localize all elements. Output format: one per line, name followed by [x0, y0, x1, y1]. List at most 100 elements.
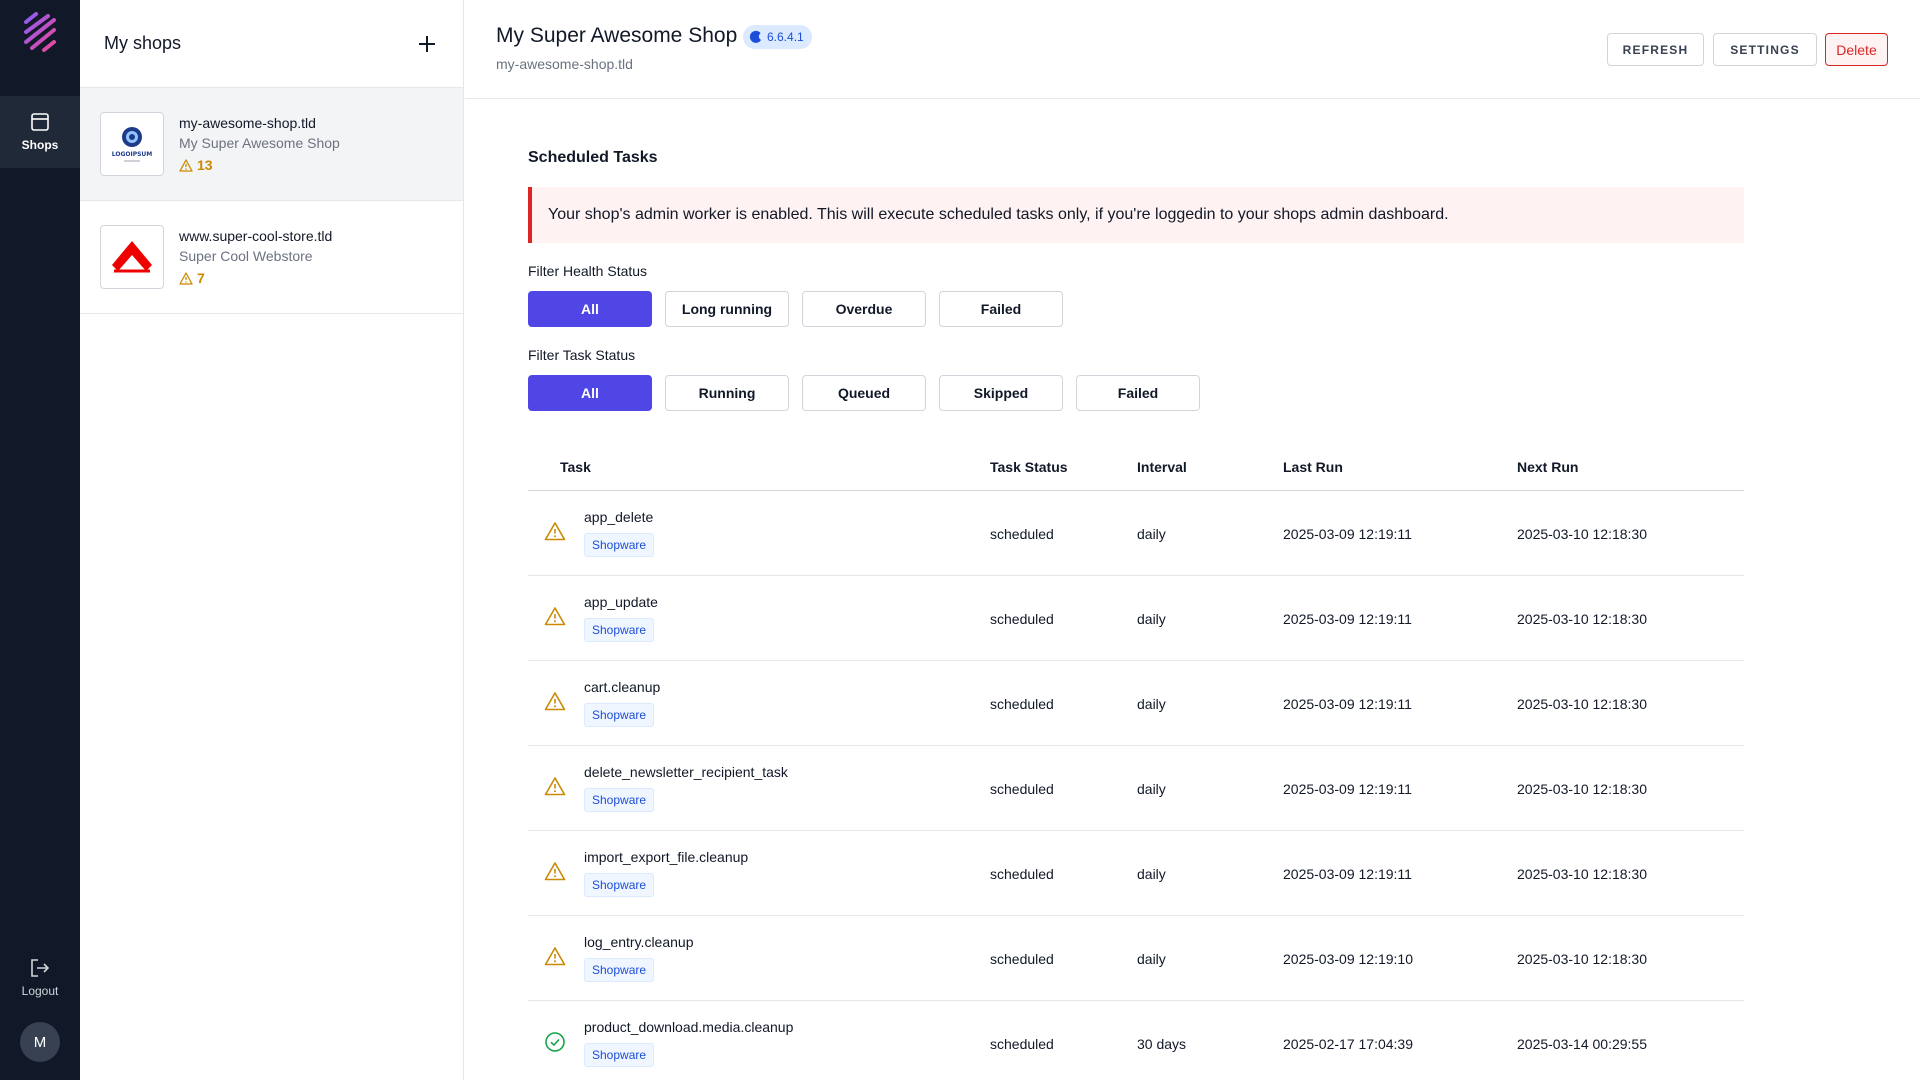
source-tag: Shopware: [584, 1043, 655, 1067]
table-body: app_delete Shopware scheduled daily 2025…: [528, 491, 1744, 1080]
source-tag: Shopware: [584, 533, 655, 557]
shops-title: My shops: [104, 33, 182, 53]
logout-label: Logout: [21, 984, 59, 998]
table-row[interactable]: app_delete Shopware scheduled daily 2025…: [528, 491, 1744, 576]
task-filter-label: Filter Task Status: [528, 347, 636, 363]
table-row[interactable]: delete_newsletter_recipient_task Shopwar…: [528, 746, 1744, 831]
table-row[interactable]: import_export_file.cleanup Shopware sche…: [528, 831, 1744, 916]
health-filter-failed[interactable]: Failed: [939, 291, 1063, 327]
shop-domain: www.super-cool-store.tld: [179, 228, 333, 244]
table-row[interactable]: log_entry.cleanup Shopware scheduled dai…: [528, 916, 1744, 1001]
task-interval: daily: [1137, 866, 1166, 882]
shop-window-icon: [31, 113, 49, 131]
task-interval: daily: [1137, 696, 1166, 712]
task-last-run: 2025-03-09 12:19:11: [1283, 696, 1412, 712]
task-status: scheduled: [990, 951, 1054, 967]
task-status: scheduled: [990, 611, 1054, 627]
warning-count: 7: [197, 270, 205, 286]
app-rail: Shops Logout M: [0, 0, 80, 1080]
task-last-run: 2025-03-09 12:19:10: [1283, 951, 1413, 967]
table-row[interactable]: product_download.media.cleanup Shopware …: [528, 1001, 1744, 1080]
source-tag: Shopware: [584, 958, 655, 982]
task-next-run: 2025-03-10 12:18:30: [1517, 526, 1647, 542]
health-filter-long-running[interactable]: Long running: [665, 291, 789, 327]
task-next-run: 2025-03-10 12:18:30: [1517, 696, 1647, 712]
header-interval[interactable]: Interval: [1137, 459, 1187, 475]
source-tag: Shopware: [584, 703, 655, 727]
task-status: scheduled: [990, 526, 1054, 542]
header-task[interactable]: Task: [560, 459, 591, 475]
table-row[interactable]: app_update Shopware scheduled daily 2025…: [528, 576, 1744, 661]
warning-count: 13: [197, 157, 213, 173]
nav-shops[interactable]: Shops: [0, 96, 80, 168]
task-name: product_download.media.cleanup: [584, 1019, 794, 1035]
shop-warning-count: 7: [179, 270, 332, 286]
task-interval: daily: [1137, 951, 1166, 967]
task-next-run: 2025-03-10 12:18:30: [1517, 781, 1647, 797]
task-last-run: 2025-03-09 12:19:11: [1283, 781, 1412, 797]
section-title: Scheduled Tasks: [528, 149, 658, 166]
header-last-run[interactable]: Last Run: [1283, 459, 1343, 475]
warning-icon: [179, 271, 193, 285]
refresh-button[interactable]: REFRESH: [1607, 33, 1704, 66]
task-name: app_update: [584, 594, 658, 610]
add-shop-icon[interactable]: [415, 32, 439, 56]
shop-domain: my-awesome-shop.tld: [179, 115, 316, 131]
task-name: import_export_file.cleanup: [584, 849, 749, 865]
lion-logo-icon: LOGOIPSUM: [112, 127, 153, 162]
task-filter-queued[interactable]: Queued: [802, 375, 926, 411]
task-name: log_entry.cleanup: [584, 934, 694, 950]
version-text: 6.6.4.1: [767, 30, 804, 44]
task-filter-failed[interactable]: Failed: [1076, 375, 1200, 411]
nav-shops-label: Shops: [21, 138, 59, 152]
health-filter-label: Filter Health Status: [528, 263, 648, 279]
header-status[interactable]: Task Status: [990, 459, 1068, 475]
shop-item[interactable]: LOGOIPSUM my-awesome-shop.tld My Super A…: [80, 88, 463, 201]
task-filter-running[interactable]: Running: [665, 375, 789, 411]
health-filter-all[interactable]: All: [528, 291, 652, 327]
task-interval: daily: [1137, 526, 1166, 542]
source-tag: Shopware: [584, 618, 655, 642]
warning-icon: [544, 521, 566, 544]
logout-icon: [31, 959, 50, 977]
warning-icon: [544, 861, 566, 884]
warning-icon: [544, 776, 566, 799]
app-logo-icon[interactable]: [22, 12, 58, 52]
shop-item[interactable]: www.super-cool-store.tld Super Cool Webs…: [80, 201, 463, 314]
task-interval: daily: [1137, 781, 1166, 797]
logo-text: LOGOIPSUM: [112, 151, 153, 158]
table-row[interactable]: cart.cleanup Shopware scheduled daily 20…: [528, 661, 1744, 746]
task-next-run: 2025-03-10 12:18:30: [1517, 951, 1647, 967]
source-tag: Shopware: [584, 788, 655, 812]
task-name: cart.cleanup: [584, 679, 661, 695]
shop-logo: LOGOIPSUM: [100, 112, 164, 176]
avatar[interactable]: M: [20, 1022, 60, 1062]
logout-button[interactable]: Logout: [0, 952, 80, 1004]
success-check-icon: [544, 1031, 566, 1056]
settings-button[interactable]: SETTINGS: [1713, 33, 1817, 66]
shop-name: Super Cool Webstore: [179, 248, 313, 264]
source-tag: Shopware: [584, 873, 655, 897]
warning-icon: [544, 691, 566, 714]
health-filter-overdue[interactable]: Overdue: [802, 291, 926, 327]
task-status: scheduled: [990, 781, 1054, 797]
task-last-run: 2025-03-09 12:19:11: [1283, 526, 1412, 542]
shops-header: My shops: [80, 0, 463, 88]
delete-button[interactable]: Delete: [1825, 33, 1888, 66]
health-filter-group: All Long running Overdue Failed: [528, 291, 1076, 327]
task-status: scheduled: [990, 696, 1054, 712]
table-header: Task Task Status Interval Last Run Next …: [528, 443, 1744, 491]
page-subtitle: my-awesome-shop.tld: [496, 56, 633, 72]
shopware-icon: [749, 30, 761, 43]
task-filter-all[interactable]: All: [528, 375, 652, 411]
task-interval: 30 days: [1137, 1036, 1187, 1052]
header-next-run[interactable]: Next Run: [1517, 459, 1578, 475]
task-filter-skipped[interactable]: Skipped: [939, 375, 1063, 411]
task-filter-group: All Running Queued Skipped Failed: [528, 375, 1213, 411]
red-mountain-logo-icon: [112, 241, 152, 273]
task-next-run: 2025-03-10 12:18:30: [1517, 611, 1647, 627]
warning-icon: [179, 158, 193, 172]
task-name: app_delete: [584, 509, 654, 525]
shops-panel: My shops LOGOIPSUM my-awesome-shop.tld M…: [80, 0, 464, 1080]
warning-icon: [544, 606, 566, 629]
